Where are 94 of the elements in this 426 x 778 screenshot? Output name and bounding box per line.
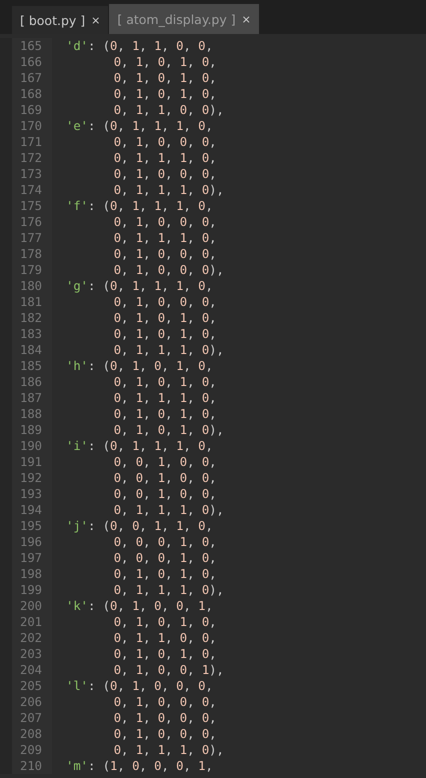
code-line: 0, 1, 0, 0, 0, — [112, 726, 216, 742]
code-line: 0, 1, 0, 1, 0, — [112, 54, 216, 70]
code-line: 0, 1, 1, 1, 0), — [112, 582, 224, 598]
line-number: 179 — [18, 262, 43, 278]
line-number: 198 — [18, 566, 43, 582]
line-number: 199 — [18, 582, 43, 598]
code-line: 0, 1, 0, 1, 0, — [112, 374, 216, 390]
code-line: 'd': (0, 1, 1, 0, 0, — [66, 38, 213, 54]
line-number: 200 — [18, 598, 43, 614]
line-number: 180 — [18, 278, 43, 294]
line-number: 203 — [18, 646, 43, 662]
line-number: 191 — [18, 454, 43, 470]
line-number: 169 — [18, 102, 43, 118]
line-number: 174 — [18, 182, 43, 198]
line-number: 186 — [18, 374, 43, 390]
line-number: 190 — [18, 438, 43, 454]
code-line: 0, 1, 0, 0, 0, — [112, 166, 216, 182]
line-number: 178 — [18, 246, 43, 262]
line-number: 176 — [18, 214, 43, 230]
line-number: 192 — [18, 470, 43, 486]
code-line: 0, 1, 1, 0, 0, — [112, 630, 216, 646]
line-number: 188 — [18, 406, 43, 422]
line-number: 201 — [18, 614, 43, 630]
line-number: 171 — [18, 134, 43, 150]
line-number: 166 — [18, 54, 43, 70]
line-number: 206 — [18, 694, 43, 710]
line-number: 208 — [18, 726, 43, 742]
code-line: 0, 1, 0, 1, 0, — [112, 326, 216, 342]
line-number: 183 — [18, 326, 43, 342]
code-line: 'h': (0, 1, 0, 1, 0, — [66, 358, 213, 374]
line-number: 189 — [18, 422, 43, 438]
code-line: 0, 1, 1, 1, 0, — [112, 230, 216, 246]
code-line: 0, 1, 0, 0, 0, — [112, 246, 216, 262]
code-line: 0, 1, 0, 1, 0, — [112, 86, 216, 102]
code-line: 0, 1, 0, 0, 0), — [112, 262, 224, 278]
line-number: 195 — [18, 518, 43, 534]
code-line: 'e': (0, 1, 1, 1, 0, — [66, 118, 213, 134]
code-line: 0, 1, 1, 1, 0), — [112, 742, 224, 758]
code-line: 'i': (0, 1, 1, 1, 0, — [66, 438, 213, 454]
code-line: 0, 1, 0, 1, 0, — [112, 646, 216, 662]
line-number: 181 — [18, 294, 43, 310]
code-line: 0, 1, 0, 0, 0, — [112, 294, 216, 310]
line-number: 210 — [18, 758, 43, 774]
code-line: 0, 1, 0, 1, 0, — [112, 566, 216, 582]
line-number: 202 — [18, 630, 43, 646]
code-line: 0, 1, 0, 1, 0, — [112, 70, 216, 86]
line-number: 184 — [18, 342, 43, 358]
line-number: 187 — [18, 390, 43, 406]
code-line: 0, 1, 1, 0, 0), — [112, 102, 224, 118]
line-number: 207 — [18, 710, 43, 726]
code-line: 0, 0, 1, 0, 0, — [112, 454, 216, 470]
code-line: 0, 1, 0, 1, 0, — [112, 310, 216, 326]
line-number: 209 — [18, 742, 43, 758]
code-line: 0, 1, 0, 1, 0, — [112, 614, 216, 630]
line-number: 167 — [18, 70, 43, 86]
code-line: 0, 0, 1, 0, 0, — [112, 486, 216, 502]
code-line: 0, 0, 0, 1, 0, — [112, 534, 216, 550]
line-number: 170 — [18, 118, 43, 134]
code-line: 0, 1, 0, 0, 0, — [112, 134, 216, 150]
code-line: 0, 1, 0, 0, 1), — [112, 662, 224, 678]
line-number: 175 — [18, 198, 43, 214]
code-line: 0, 1, 1, 1, 0), — [112, 502, 224, 518]
line-number: 172 — [18, 150, 43, 166]
line-number: 173 — [18, 166, 43, 182]
code-line: 0, 1, 0, 0, 0, — [112, 710, 216, 726]
code-line: 0, 1, 1, 1, 0, — [112, 150, 216, 166]
code-line: 'm': (1, 0, 0, 0, 1, — [66, 758, 213, 774]
line-number: 205 — [18, 678, 43, 694]
file-tab[interactable]: [ boot.py ] × — [12, 6, 108, 34]
line-number: 204 — [18, 662, 43, 678]
code-line: 'l': (0, 1, 0, 0, 0, — [66, 678, 213, 694]
code-line: 0, 1, 0, 0, 0, — [112, 694, 216, 710]
code-line: 0, 1, 1, 1, 0), — [112, 342, 224, 358]
code-line: 'k': (0, 1, 0, 0, 1, — [66, 598, 213, 614]
file-tab[interactable]: [ atom_display.py ] × — [109, 4, 259, 34]
code-line: 'f': (0, 1, 1, 1, 0, — [66, 198, 213, 214]
code-line: 0, 1, 0, 1, 0), — [112, 422, 224, 438]
code-line: 'g': (0, 1, 1, 1, 0, — [66, 278, 213, 294]
code-line: 0, 1, 1, 1, 0, — [112, 390, 216, 406]
line-number: 196 — [18, 534, 43, 550]
code-line: 0, 0, 1, 0, 0, — [112, 470, 216, 486]
line-number: 193 — [18, 486, 43, 502]
line-number: 165 — [18, 38, 43, 54]
line-number: 182 — [18, 310, 43, 326]
line-number: 168 — [18, 86, 43, 102]
code-line: 'j': (0, 0, 1, 1, 0, — [66, 518, 213, 534]
code-line: 0, 1, 0, 0, 0, — [112, 214, 216, 230]
line-number: 185 — [18, 358, 43, 374]
line-number: 177 — [18, 230, 43, 246]
code-line: 0, 1, 1, 1, 0), — [112, 182, 224, 198]
line-number: 194 — [18, 502, 43, 518]
line-number: 197 — [18, 550, 43, 566]
code-line: 0, 0, 0, 1, 0, — [112, 550, 216, 566]
code-line: 0, 1, 0, 1, 0, — [112, 406, 216, 422]
